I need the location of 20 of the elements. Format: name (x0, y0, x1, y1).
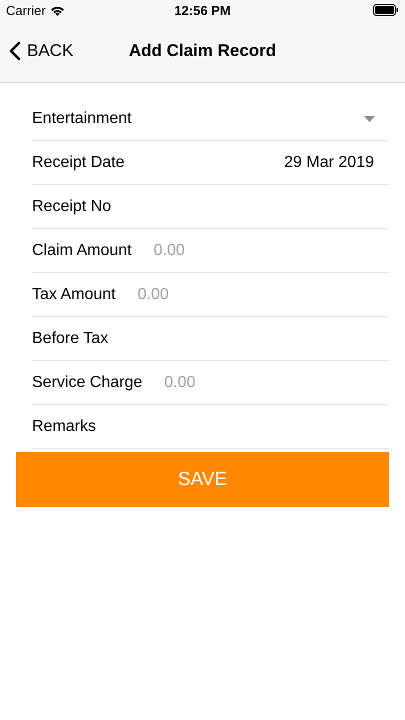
field-label: Receipt No (32, 198, 112, 216)
caret-icon (364, 116, 375, 122)
date-value[interactable]: 29 Mar 2019 (284, 154, 389, 172)
input-field[interactable]: 0.00 (164, 374, 389, 392)
screen-title: Add Claim Record (128, 41, 276, 61)
battery-icon (373, 4, 399, 16)
back-button[interactable]: BACK (0, 41, 74, 61)
field-label: Service Charge (32, 374, 142, 392)
field-label: Receipt Date (32, 154, 124, 172)
input-field[interactable]: 0.00 (138, 286, 389, 304)
carrier-name: Carrier (6, 2, 46, 18)
field-label: Before Tax (32, 330, 108, 348)
field-label: Claim Amount (32, 242, 132, 260)
wifi-icon (50, 4, 65, 16)
category-dropdown[interactable]: Entertainment (32, 97, 389, 140)
status-time: 12:56 PM (174, 2, 231, 18)
field-label: Tax Amount (32, 286, 116, 304)
field-label: Remarks (32, 418, 96, 436)
input-field[interactable]: 0.00 (154, 242, 389, 260)
chevron-left-icon (9, 41, 21, 61)
